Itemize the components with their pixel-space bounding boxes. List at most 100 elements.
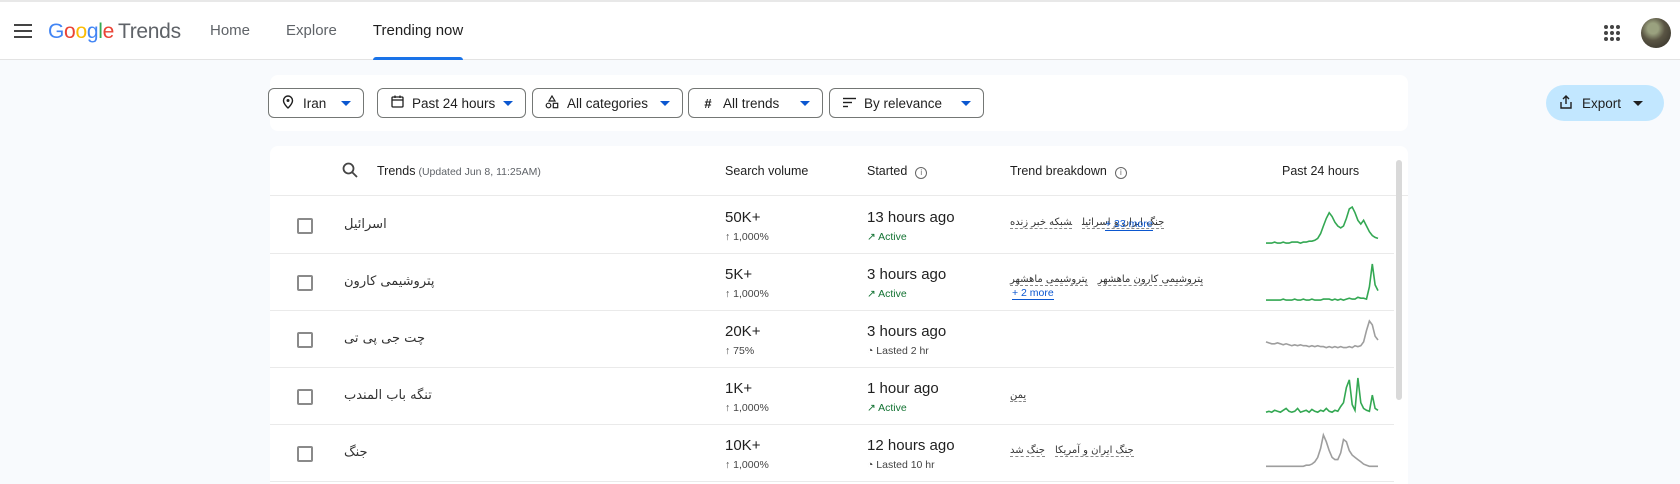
volume-change: ↑ 1,000%	[725, 402, 769, 414]
location-filter-label: Iran	[303, 95, 327, 111]
trend-breakdown-header: Trend breakdown i	[1010, 164, 1127, 179]
search-volume: 5K+	[725, 266, 753, 283]
google-apps-icon[interactable]	[1604, 25, 1620, 41]
scrollbar[interactable]	[1396, 160, 1402, 400]
trends-column-header[interactable]: Trends (Updated Jun 8, 11:25AM)	[377, 164, 541, 178]
category-filter-label: All categories	[567, 95, 649, 111]
location-filter[interactable]: Iran	[268, 88, 364, 118]
search-volume-header[interactable]: Search volume	[725, 164, 808, 178]
chevron-down-icon	[341, 100, 351, 106]
trend-term[interactable]: جنگ	[344, 445, 368, 460]
trend-breakdown: یمن	[1010, 390, 1036, 402]
sort-filter[interactable]: By relevance	[829, 88, 984, 118]
export-button[interactable]: Export	[1546, 85, 1664, 121]
table-row[interactable]: جنگ 10K+ ↑ 1,000% 12 hours ago ◔ Lasted …	[270, 425, 1394, 482]
trend-term[interactable]: پتروشیمی کارون	[344, 274, 435, 289]
started-header[interactable]: Started i	[867, 164, 928, 179]
time-filter-label: Past 24 hours	[412, 95, 496, 111]
account-avatar[interactable]	[1641, 18, 1671, 48]
trends-filter-label: All trends	[723, 95, 780, 111]
calendar-icon	[390, 95, 404, 111]
row-checkbox[interactable]	[297, 446, 313, 462]
trends-filter[interactable]: # All trends	[688, 88, 823, 118]
search-volume: 10K+	[725, 437, 761, 454]
table-header: Trends (Updated Jun 8, 11:25AM) Search vo…	[270, 146, 1408, 196]
time-filter[interactable]: Past 24 hours	[377, 88, 526, 118]
volume-change: ↑ 75%	[725, 345, 755, 357]
categories-icon	[545, 94, 559, 112]
trend-status: ↗ Active	[867, 231, 907, 243]
chevron-down-icon	[1633, 100, 1644, 106]
sparkline-line	[1265, 377, 1379, 414]
sort-icon	[842, 96, 856, 111]
breakdown-query[interactable]: پتروشیمی کارون ماهشهر	[1097, 274, 1204, 286]
chevron-down-icon	[503, 100, 513, 106]
export-label: Export	[1582, 95, 1622, 111]
sparkline-chart	[1266, 263, 1379, 301]
info-icon[interactable]: i	[1114, 167, 1127, 179]
chevron-down-icon	[800, 100, 810, 106]
sparkline-chart	[1266, 432, 1378, 468]
trend-term[interactable]: چت جی پی تی	[344, 331, 425, 346]
chevron-down-icon	[961, 100, 971, 106]
started-time: 3 hours ago	[867, 323, 947, 340]
share-icon	[1560, 94, 1572, 112]
nav-trending-now[interactable]: Trending now	[355, 2, 481, 60]
breakdown-query[interactable]: یمن	[1010, 390, 1027, 402]
more-breakdown-link[interactable]: + 2 more	[1012, 287, 1054, 300]
row-checkbox[interactable]	[297, 275, 313, 291]
updated-timestamp: (Updated Jun 8, 11:25AM)	[418, 166, 541, 178]
trend-status: ◔ Lasted 2 hr	[867, 345, 929, 357]
breakdown-query[interactable]: جنگ ایران و آمریکا	[1054, 445, 1134, 457]
table-row[interactable]: چت جی پی تی 20K+ ↑ 75% 3 hours ago ◔ Las…	[270, 311, 1394, 368]
sparkline-chart	[1266, 205, 1379, 244]
sparkline-line	[1266, 263, 1379, 301]
trend-breakdown: جنگ ایران و آمریکا جنگ شد	[1010, 445, 1144, 457]
breakdown-query[interactable]: شبکه خبر زنده	[1010, 217, 1072, 229]
breakdown-query[interactable]: پتروشیمی ماهشهر	[1010, 274, 1088, 286]
trend-term[interactable]: اسرائیل	[344, 217, 387, 232]
search-icon[interactable]	[342, 162, 358, 178]
nav-home[interactable]: Home	[192, 2, 268, 60]
trend-status: ↗ Active	[867, 288, 907, 300]
table-row[interactable]: تنگه باب المندب 1K+ ↑ 1,000% 1 hour ago …	[270, 368, 1394, 425]
sparkline-chart	[1265, 319, 1379, 349]
volume-change: ↑ 1,000%	[725, 288, 769, 300]
trend-status: ↗ Active	[867, 402, 907, 414]
hashtag-icon: #	[704, 95, 712, 111]
main-menu-icon[interactable]	[14, 24, 32, 38]
chevron-down-icon	[660, 100, 670, 106]
started-time: 3 hours ago	[867, 266, 947, 283]
category-filter[interactable]: All categories	[532, 88, 683, 118]
table-row[interactable]: اسرائیل 50K+ ↑ 1,000% 13 hours ago ↗ Act…	[270, 197, 1394, 254]
trend-status: ◔ Lasted 10 hr	[867, 459, 935, 471]
trend-breakdown: پتروشیمی کارون ماهشهر پتروشیمی ماهشهر	[1010, 274, 1213, 286]
row-checkbox[interactable]	[297, 332, 313, 348]
sparkline-line	[1266, 205, 1379, 244]
trend-term[interactable]: تنگه باب المندب	[344, 388, 432, 403]
search-volume: 1K+	[725, 380, 753, 397]
row-checkbox[interactable]	[297, 389, 313, 405]
search-volume: 20K+	[725, 323, 761, 340]
started-time: 1 hour ago	[867, 380, 939, 397]
google-trends-logo[interactable]: Google Trends	[48, 20, 181, 44]
started-time: 12 hours ago	[867, 437, 955, 454]
trending-up-icon: ↗	[867, 288, 879, 300]
past-24-hours-header: Past 24 hours	[1282, 164, 1360, 178]
info-icon[interactable]: i	[915, 167, 928, 179]
timer-icon: ◔	[867, 459, 877, 471]
nav-explore[interactable]: Explore	[268, 2, 355, 60]
volume-change: ↑ 1,000%	[725, 231, 769, 243]
sort-filter-label: By relevance	[864, 95, 943, 111]
row-checkbox[interactable]	[297, 218, 313, 234]
trending-up-icon: ↗	[867, 402, 879, 414]
trending-up-icon: ↗	[867, 231, 879, 243]
more-breakdown-link[interactable]: + 33 more	[1105, 218, 1153, 231]
breakdown-query[interactable]: جنگ شد	[1010, 445, 1045, 457]
filter-bar: Iran Past 24 hours All categories # All …	[268, 75, 1664, 131]
location-pin-icon	[281, 94, 295, 112]
volume-change: ↑ 1,000%	[725, 459, 769, 471]
table-row[interactable]: پتروشیمی کارون 5K+ ↑ 1,000% 3 hours ago …	[270, 254, 1394, 311]
timer-icon: ◔	[867, 345, 877, 357]
search-volume: 50K+	[725, 209, 761, 226]
